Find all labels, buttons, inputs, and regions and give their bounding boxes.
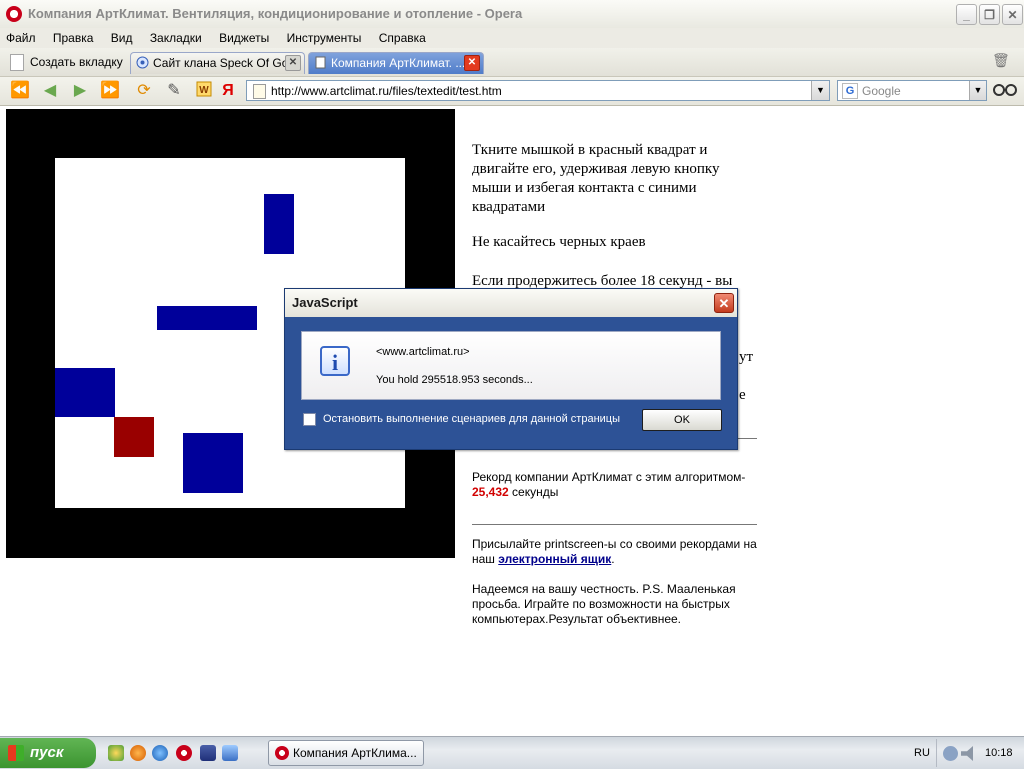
yandex-icon[interactable]: Я bbox=[216, 81, 240, 101]
record-value: 25,432 bbox=[472, 485, 509, 499]
forward-icon[interactable]: ▶ bbox=[68, 81, 92, 101]
tab-label: Компания АртКлимат. ... bbox=[331, 56, 466, 70]
new-tab-button[interactable]: Создать вкладку bbox=[4, 51, 127, 73]
explorer-icon[interactable] bbox=[222, 745, 238, 761]
firefox-icon[interactable] bbox=[130, 745, 146, 761]
menu-view[interactable]: Вид bbox=[111, 28, 133, 48]
svg-text:W: W bbox=[199, 85, 209, 96]
partial-text: ут bbox=[739, 349, 754, 365]
search-dropdown-icon[interactable]: ▼ bbox=[969, 81, 986, 100]
back-icon[interactable]: ◀ bbox=[38, 81, 62, 101]
ie-icon[interactable] bbox=[152, 745, 168, 761]
rewind-icon[interactable]: ⏪ bbox=[8, 81, 32, 101]
javascript-dialog: JavaScript ✕ i <www.artclimat.ru> You ho… bbox=[284, 288, 738, 450]
window-title-bar[interactable]: Компания АртКлимат. Вентиляция, кондицио… bbox=[0, 0, 1024, 29]
start-label: пуск bbox=[30, 744, 64, 761]
final-text: Надеемся на вашу честность. P.S. Маалень… bbox=[472, 582, 736, 626]
send-screens-text: Присылайте printscreen-ы со своими рекор… bbox=[472, 537, 762, 567]
dialog-title-bar[interactable]: JavaScript ✕ bbox=[285, 289, 737, 317]
record-unit: секунды bbox=[512, 485, 559, 499]
navigation-toolbar: ⏪ ◀ ▶ ⏩ ⟳ ✎ W Я http://www.artclimat.ru/… bbox=[0, 77, 1024, 106]
opera-quicklaunch-icon[interactable] bbox=[176, 745, 192, 761]
url-dropdown-icon[interactable]: ▼ bbox=[811, 81, 829, 100]
opera-icon bbox=[275, 746, 289, 760]
windows-flag-icon bbox=[8, 745, 24, 761]
wand-icon[interactable]: W bbox=[192, 81, 216, 101]
window-title: Компания АртКлимат. Вентиляция, кондицио… bbox=[28, 6, 523, 21]
divider bbox=[472, 524, 757, 525]
blue-block bbox=[264, 194, 294, 254]
record-text: Рекорд компании АртКлимат с этим алгорит… bbox=[472, 470, 762, 500]
fast-forward-icon[interactable]: ⏩ bbox=[98, 81, 122, 101]
stop-scripts-label[interactable]: Остановить выполнение сценариев для данн… bbox=[323, 413, 620, 425]
dialog-origin: <www.artclimat.ru> bbox=[376, 346, 470, 358]
period: . bbox=[611, 552, 615, 566]
blue-block bbox=[55, 368, 115, 417]
google-icon: G bbox=[842, 83, 858, 99]
language-indicator[interactable]: RU bbox=[914, 747, 930, 759]
dialog-title: JavaScript bbox=[292, 295, 358, 310]
minimize-button[interactable]: _ bbox=[956, 4, 977, 25]
tab-bar: Создать вкладку Сайт клана Speck Of Gold… bbox=[0, 48, 1024, 77]
blue-block bbox=[183, 433, 243, 493]
dialog-message: You hold 295518.953 seconds... bbox=[376, 374, 533, 386]
task-label: Компания АртКлима... bbox=[293, 746, 417, 760]
dialog-message-panel: i <www.artclimat.ru> You hold 295518.953… bbox=[301, 331, 721, 400]
site-favicon bbox=[136, 56, 149, 69]
stop-scripts-checkbox[interactable] bbox=[303, 413, 316, 426]
start-button[interactable]: пуск bbox=[0, 738, 96, 768]
volume-icon[interactable] bbox=[961, 746, 973, 761]
blue-block bbox=[157, 306, 257, 330]
media-player-icon[interactable] bbox=[108, 745, 124, 761]
menu-edit[interactable]: Правка bbox=[53, 28, 94, 48]
page-favicon bbox=[315, 56, 326, 69]
url-text: http://www.artclimat.ru/files/textedit/t… bbox=[271, 84, 502, 98]
warning-text: Не касайтесь черных краев bbox=[472, 234, 646, 250]
tab-artclimat[interactable]: Компания АртКлимат. ... ✕ bbox=[308, 52, 484, 74]
menu-bookmarks[interactable]: Закладки bbox=[150, 28, 202, 48]
menu-widgets[interactable]: Виджеты bbox=[219, 28, 269, 48]
opera-icon bbox=[6, 6, 22, 22]
email-link[interactable]: электронный ящик bbox=[498, 552, 611, 566]
tab-speck-of-gold[interactable]: Сайт клана Speck Of Gold ✕ bbox=[130, 52, 305, 74]
menu-help[interactable]: Справка bbox=[379, 28, 426, 48]
new-tab-label: Создать вкладку bbox=[30, 55, 123, 69]
partial-text: е bbox=[739, 387, 746, 403]
menu-file[interactable]: Файл bbox=[6, 28, 36, 48]
reload-icon[interactable]: ⟳ bbox=[132, 81, 156, 101]
close-window-button[interactable]: ✕ bbox=[1002, 4, 1023, 25]
tray-arrow-icon[interactable] bbox=[943, 746, 958, 761]
search-placeholder: Google bbox=[862, 84, 901, 98]
close-tab-icon[interactable]: ✕ bbox=[285, 55, 301, 71]
clock: 10:18 bbox=[985, 747, 1013, 759]
red-square[interactable] bbox=[114, 417, 154, 457]
glasses-icon[interactable] bbox=[993, 81, 1017, 100]
restore-button[interactable]: ❐ bbox=[979, 4, 1000, 25]
menu-tools[interactable]: Инструменты bbox=[287, 28, 362, 48]
address-field[interactable]: http://www.artclimat.ru/files/textedit/t… bbox=[246, 80, 830, 101]
record-label: Рекорд компании АртКлимат с этим алгорит… bbox=[472, 470, 746, 484]
page-icon bbox=[253, 84, 266, 99]
taskbar-opera-window[interactable]: Компания АртКлима... bbox=[268, 740, 424, 766]
edit-icon[interactable]: ✎ bbox=[162, 81, 186, 101]
info-icon: i bbox=[320, 346, 350, 376]
dialog-close-button[interactable]: ✕ bbox=[714, 293, 734, 313]
close-tab-icon[interactable]: ✕ bbox=[464, 55, 480, 71]
menu-bar: Файл Правка Вид Закладки Виджеты Инструм… bbox=[0, 28, 1024, 48]
tab-label: Сайт клана Speck Of Gold bbox=[153, 56, 298, 70]
system-tray: 10:18 bbox=[936, 739, 1024, 767]
ok-button[interactable]: OK bbox=[642, 409, 722, 431]
trash-icon[interactable]: 🗑 bbox=[992, 52, 1014, 72]
instructions-text: Ткните мышкой в красный квадрат и двигай… bbox=[472, 142, 720, 215]
taskbar: пуск Компания АртКлима... RU 10:18 bbox=[0, 736, 1024, 769]
search-field[interactable]: G Google ▼ bbox=[837, 80, 987, 101]
new-document-icon bbox=[10, 54, 24, 71]
save-icon[interactable] bbox=[200, 745, 216, 761]
